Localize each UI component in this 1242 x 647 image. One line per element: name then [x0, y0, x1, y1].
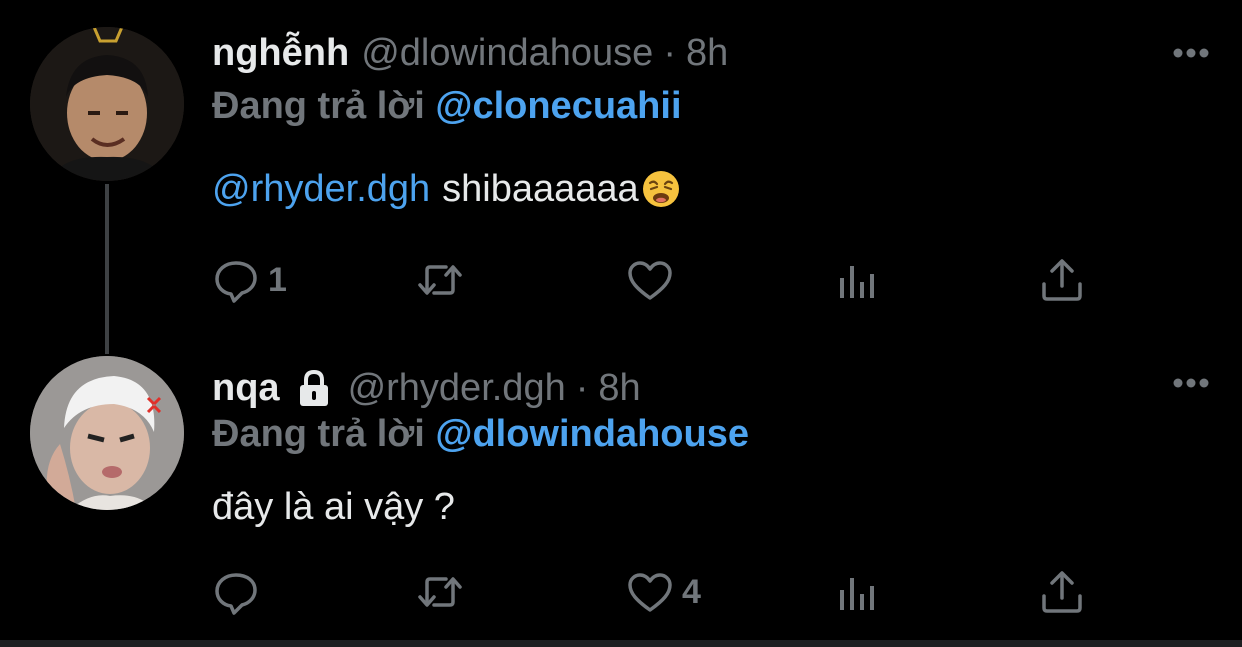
- tweet[interactable]: nqa @rhyder.dgh · 8h Đang trả lời @dlowi…: [0, 330, 1242, 640]
- display-name[interactable]: nqa: [212, 366, 280, 410]
- views-button[interactable]: [834, 567, 882, 617]
- user-handle[interactable]: @rhyder.dgh: [348, 366, 566, 410]
- lock-icon: [299, 369, 328, 406]
- separator-dot: ·: [575, 367, 589, 409]
- replying-to: Đang trả lời @clonecuahii: [212, 84, 682, 128]
- user-handle[interactable]: @dlowindahouse: [361, 31, 653, 75]
- replying-to-label: Đang trả lời: [212, 413, 425, 455]
- views-icon: [840, 578, 874, 610]
- heart-icon: [628, 261, 672, 300]
- replying-to: Đang trả lời @dlowindahouse: [212, 412, 749, 456]
- tweet-text: đây là ai vậy ?: [212, 485, 455, 529]
- replying-to-label: Đang trả lời: [212, 85, 425, 127]
- thread-connector: [105, 184, 109, 354]
- like-count: 4: [682, 572, 701, 611]
- like-button[interactable]: [626, 255, 682, 305]
- tweet-body: shibaaaaaa: [442, 168, 639, 210]
- avatar[interactable]: [30, 27, 184, 181]
- tweet-text: @rhyder.dgh shibaaaaaa: [212, 167, 681, 211]
- tweet-actions: 4: [212, 567, 1112, 617]
- separator-dot: ·: [663, 32, 676, 74]
- avatar-photo: [30, 27, 184, 181]
- display-name[interactable]: nghễnh: [212, 31, 349, 75]
- weary-face-emoji: [642, 171, 679, 207]
- avatar-photo: [30, 356, 184, 510]
- tweet-body: đây là ai vậy ?: [212, 486, 455, 528]
- retweet-button[interactable]: [416, 255, 472, 305]
- bottom-border: [0, 640, 1242, 647]
- share-icon: [1042, 571, 1082, 613]
- tweet-actions: 1: [212, 255, 1112, 305]
- views-button[interactable]: [834, 255, 882, 305]
- reply-count: 1: [268, 260, 287, 299]
- replying-to-handle[interactable]: @dlowindahouse: [435, 413, 749, 455]
- reply-button[interactable]: 1: [212, 255, 287, 305]
- more-icon[interactable]: [1172, 377, 1210, 389]
- retweet-icon: [418, 265, 462, 295]
- tweet-header: nghễnh @dlowindahouse · 8h: [212, 31, 728, 75]
- timestamp[interactable]: 8h: [686, 31, 728, 75]
- retweet-button[interactable]: [416, 567, 472, 617]
- tweet[interactable]: nghễnh @dlowindahouse · 8h Đang trả lời …: [0, 0, 1242, 354]
- retweet-icon: [418, 577, 462, 607]
- heart-icon: [628, 573, 672, 612]
- share-button[interactable]: [1038, 567, 1086, 617]
- reply-icon: [215, 573, 257, 615]
- timestamp[interactable]: 8h: [598, 366, 640, 410]
- share-button[interactable]: [1038, 255, 1086, 305]
- more-icon[interactable]: [1172, 47, 1210, 59]
- share-icon: [1042, 259, 1082, 301]
- avatar[interactable]: [30, 356, 184, 510]
- mention-link[interactable]: @rhyder.dgh: [212, 167, 430, 211]
- views-icon: [840, 266, 874, 298]
- reply-button[interactable]: [212, 567, 268, 617]
- tweet-header: nqa @rhyder.dgh · 8h: [212, 366, 641, 410]
- replying-to-handle[interactable]: @clonecuahii: [435, 85, 681, 127]
- like-button[interactable]: 4: [626, 567, 701, 617]
- reply-icon: [215, 261, 257, 303]
